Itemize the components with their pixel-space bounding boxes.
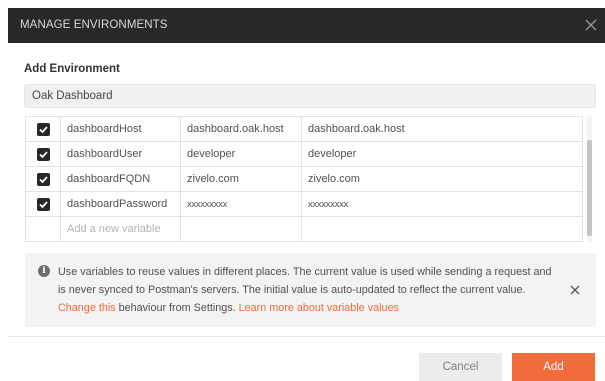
info-text-part: behaviour from Settings. [115, 302, 239, 314]
checkbox-checked-icon[interactable] [36, 122, 50, 136]
variable-enabled-checkbox[interactable] [25, 191, 61, 217]
table-row: dashboardFQDN zivelo.com zivelo.com [25, 166, 583, 192]
variable-enabled-checkbox[interactable] [25, 166, 61, 192]
variable-initial-value-cell[interactable]: xxxxxxxxx [180, 191, 302, 217]
new-variable-input[interactable]: Add a new variable [60, 216, 181, 242]
variable-key-cell[interactable]: dashboardUser [60, 141, 181, 167]
checkbox-checked-icon[interactable] [36, 172, 50, 186]
scrollbar-thumb[interactable] [587, 140, 592, 236]
variables-table: dashboardHost dashboard.oak.host dashboa… [25, 116, 583, 242]
variable-current-value-cell[interactable]: xxxxxxxxx [301, 191, 583, 217]
new-variable-current-value-cell[interactable] [301, 216, 583, 242]
variable-key-cell[interactable]: dashboardHost [60, 116, 181, 142]
environment-name-input[interactable]: Oak Dashboard [24, 84, 596, 108]
new-variable-checkbox-cell [25, 216, 61, 242]
variable-initial-value-cell[interactable]: zivelo.com [180, 166, 302, 192]
info-banner: i Use variables to reuse values in diffe… [25, 253, 596, 327]
variable-key-cell[interactable]: dashboardPassword [60, 191, 181, 217]
new-variable-row: Add a new variable [25, 216, 583, 242]
cancel-button[interactable]: Cancel [419, 353, 502, 381]
variable-enabled-checkbox[interactable] [25, 141, 61, 167]
variable-initial-value-cell[interactable]: dashboard.oak.host [180, 116, 302, 142]
variable-enabled-checkbox[interactable] [25, 116, 61, 142]
learn-more-link[interactable]: Learn more about variable values [239, 302, 399, 314]
checkbox-checked-icon[interactable] [36, 147, 50, 161]
info-text: Use variables to reuse values in differe… [58, 263, 558, 317]
dialog-titlebar: MANAGE ENVIRONMENTS [8, 8, 605, 43]
add-button[interactable]: Add [512, 353, 595, 381]
table-scrollbar[interactable] [587, 116, 592, 242]
change-settings-link[interactable]: Change this [58, 302, 116, 314]
close-icon[interactable] [580, 14, 602, 36]
table-row: dashboardUser developer developer [25, 141, 583, 167]
close-icon[interactable] [569, 283, 581, 295]
table-row: dashboardHost dashboard.oak.host dashboa… [25, 116, 583, 142]
add-environment-label: Add Environment [24, 63, 120, 75]
info-icon: i [38, 265, 50, 277]
info-text-part: Use variables to reuse values in differe… [58, 266, 552, 296]
new-variable-initial-value-cell[interactable] [180, 216, 302, 242]
variable-current-value-cell[interactable]: zivelo.com [301, 166, 583, 192]
variable-current-value-cell[interactable]: developer [301, 141, 583, 167]
dialog-title: MANAGE ENVIRONMENTS [20, 19, 168, 31]
variable-current-value-cell[interactable]: dashboard.oak.host [301, 116, 583, 142]
table-row: dashboardPassword xxxxxxxxx xxxxxxxxx [25, 191, 583, 217]
variable-initial-value-cell[interactable]: developer [180, 141, 302, 167]
checkbox-checked-icon[interactable] [36, 197, 50, 211]
footer-divider [8, 336, 605, 337]
variable-key-cell[interactable]: dashboardFQDN [60, 166, 181, 192]
